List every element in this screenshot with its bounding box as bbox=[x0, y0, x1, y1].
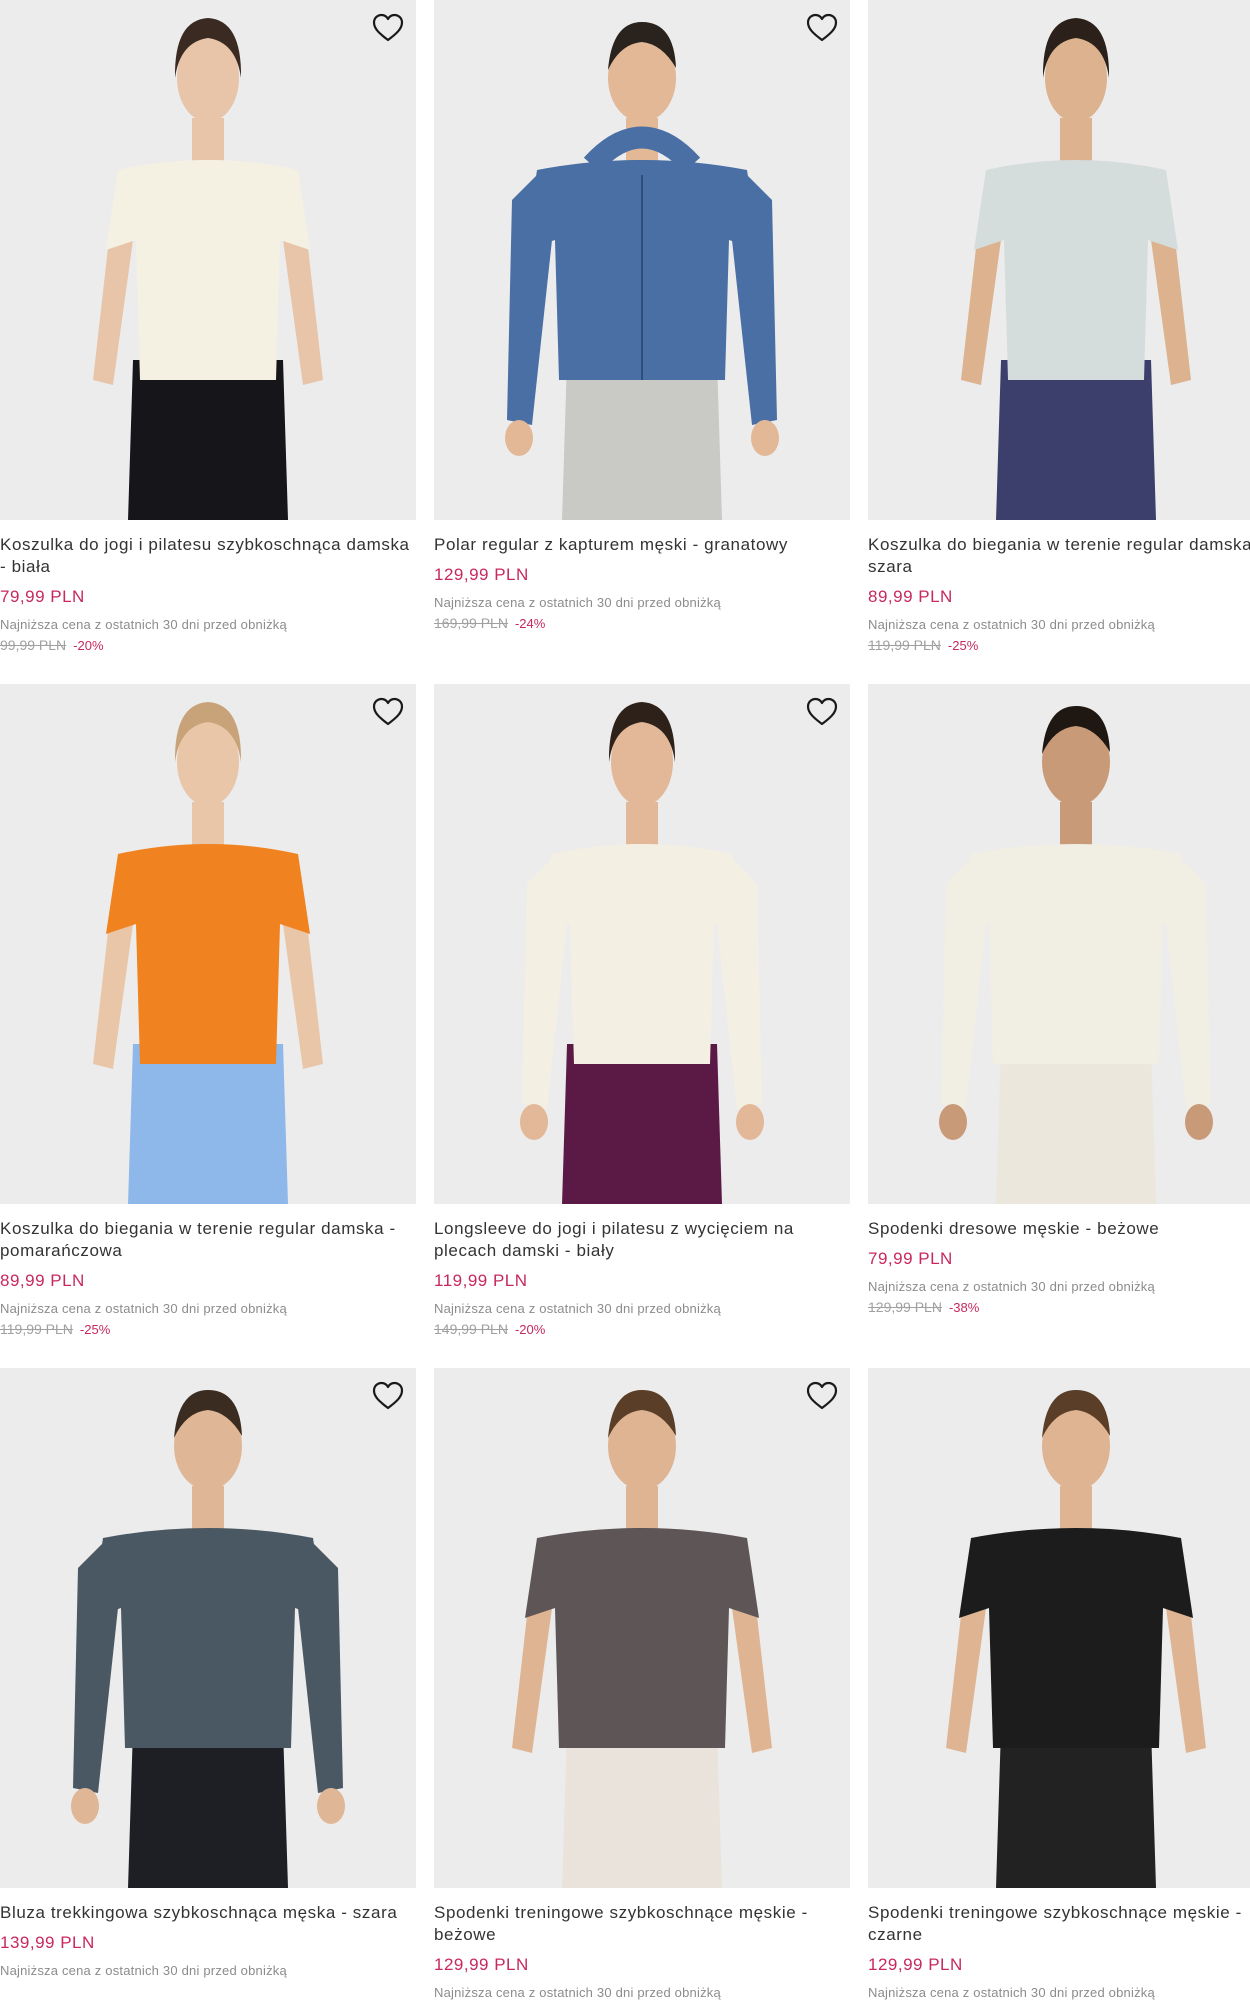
discount-badge: -25% bbox=[79, 1322, 111, 1337]
model-figure bbox=[961, 18, 1191, 520]
model-figure bbox=[93, 18, 323, 520]
product-info: Koszulka do biegania w terenie regular d… bbox=[0, 1218, 416, 1339]
product-info: Spodenki dresowe męskie - beżowe 79,99 P… bbox=[868, 1218, 1250, 1317]
discount-badge: -24% bbox=[514, 616, 546, 631]
product-name[interactable]: Spodenki dresowe męskie - beżowe bbox=[868, 1218, 1250, 1240]
product-name[interactable]: Spodenki treningowe szybkoschnące męskie… bbox=[434, 1902, 850, 1946]
product-price: 79,99 PLN bbox=[0, 587, 85, 606]
old-price-row: 149,99 PLN -20% bbox=[434, 1320, 850, 1339]
old-price-row: 99,99 PLN -20% bbox=[0, 636, 416, 655]
lowest-price-label: Najniższa cena z ostatnich 30 dni przed … bbox=[434, 1985, 721, 2000]
heart-outline-icon bbox=[372, 1381, 404, 1410]
lowest-price-label: Najniższa cena z ostatnich 30 dni przed … bbox=[868, 617, 1155, 632]
model-figure bbox=[946, 1390, 1206, 1888]
product-price: 129,99 PLN bbox=[868, 1955, 963, 1974]
product-price: 89,99 PLN bbox=[0, 1271, 85, 1290]
favorite-heart-icon[interactable] bbox=[804, 10, 840, 46]
product-name[interactable]: Polar regular z kapturem męski - granato… bbox=[434, 534, 850, 556]
discount-badge: -20% bbox=[73, 638, 104, 653]
product-image[interactable] bbox=[434, 1368, 850, 1888]
old-price: 149,99 PLN bbox=[434, 1321, 508, 1337]
old-price-row: 119,99 PLN -25% bbox=[868, 636, 1250, 655]
product-name[interactable]: Longsleeve do jogi i pilatesu z wycięcie… bbox=[434, 1218, 850, 1262]
heart-outline-icon bbox=[372, 697, 404, 726]
product-info: Spodenki treningowe szybkoschnące męskie… bbox=[434, 1902, 850, 2001]
old-price: 129,99 PLN bbox=[868, 1299, 942, 1315]
product-image[interactable] bbox=[868, 1368, 1250, 1888]
old-price: 99,99 PLN bbox=[0, 637, 67, 653]
old-price: 119,99 PLN bbox=[0, 1321, 73, 1337]
old-price-row: 169,99 PLN -24% bbox=[434, 614, 850, 633]
discount-badge: -20% bbox=[514, 1322, 546, 1337]
product-info: Bluza trekkingowa szybkoschnąca męska - … bbox=[0, 1902, 416, 1979]
favorite-heart-icon[interactable] bbox=[370, 694, 406, 730]
model-figure bbox=[939, 706, 1213, 1204]
product-price: 129,99 PLN bbox=[434, 565, 529, 584]
product-info: Spodenki treningowe szybkoschnące męskie… bbox=[868, 1902, 1250, 2001]
product-info: Polar regular z kapturem męski - granato… bbox=[434, 534, 850, 633]
old-price: 169,99 PLN bbox=[434, 615, 508, 631]
product-image[interactable] bbox=[0, 0, 416, 520]
product-price: 89,99 PLN bbox=[868, 587, 953, 606]
product-image[interactable] bbox=[868, 0, 1250, 520]
model-figure bbox=[93, 702, 323, 1204]
favorite-heart-icon[interactable] bbox=[804, 1378, 840, 1414]
product-image[interactable] bbox=[434, 0, 850, 520]
product-image[interactable] bbox=[868, 684, 1250, 1204]
model-figure bbox=[512, 1390, 772, 1888]
product-name[interactable]: Koszulka do biegania w terenie regular d… bbox=[868, 534, 1250, 578]
product-name[interactable]: Koszulka do jogi i pilatesu szybkoschnąc… bbox=[0, 534, 416, 578]
product-price: 79,99 PLN bbox=[868, 1249, 953, 1268]
favorite-heart-icon[interactable] bbox=[370, 10, 406, 46]
product-grid: Koszulka do jogi i pilatesu szybkoschnąc… bbox=[0, 0, 1250, 2014]
favorite-heart-icon[interactable] bbox=[804, 694, 840, 730]
heart-outline-icon bbox=[806, 697, 838, 726]
model-figure bbox=[520, 702, 764, 1204]
heart-outline-icon bbox=[806, 13, 838, 42]
product-image[interactable] bbox=[434, 684, 850, 1204]
lowest-price-label: Najniższa cena z ostatnich 30 dni przed … bbox=[0, 1963, 287, 1978]
lowest-price-label: Najniższa cena z ostatnich 30 dni przed … bbox=[868, 1985, 1155, 2000]
lowest-price-label: Najniższa cena z ostatnich 30 dni przed … bbox=[0, 617, 287, 632]
old-price-row: 119,99 PLN -25% bbox=[0, 1320, 416, 1339]
product-price: 129,99 PLN bbox=[434, 1955, 529, 1974]
model-figure bbox=[505, 22, 779, 520]
lowest-price-label: Najniższa cena z ostatnich 30 dni przed … bbox=[434, 1301, 721, 1316]
discount-badge: -38% bbox=[948, 1300, 980, 1315]
heart-outline-icon bbox=[806, 1381, 838, 1410]
heart-outline-icon bbox=[372, 13, 404, 42]
old-price-row: 129,99 PLN -38% bbox=[868, 1298, 1250, 1317]
product-name[interactable]: Koszulka do biegania w terenie regular d… bbox=[0, 1218, 416, 1262]
lowest-price-label: Najniższa cena z ostatnich 30 dni przed … bbox=[868, 1279, 1155, 1294]
model-figure bbox=[71, 1390, 345, 1888]
product-image[interactable] bbox=[0, 1368, 416, 1888]
product-info: Longsleeve do jogi i pilatesu z wycięcie… bbox=[434, 1218, 850, 1339]
old-price: 119,99 PLN bbox=[868, 637, 941, 653]
product-name[interactable]: Bluza trekkingowa szybkoschnąca męska - … bbox=[0, 1902, 416, 1924]
favorite-heart-icon[interactable] bbox=[370, 1378, 406, 1414]
product-image[interactable] bbox=[0, 684, 416, 1204]
product-name[interactable]: Spodenki treningowe szybkoschnące męskie… bbox=[868, 1902, 1250, 1946]
product-info: Koszulka do jogi i pilatesu szybkoschnąc… bbox=[0, 534, 416, 655]
lowest-price-label: Najniższa cena z ostatnich 30 dni przed … bbox=[0, 1301, 287, 1316]
product-price: 119,99 PLN bbox=[434, 1271, 528, 1290]
lowest-price-label: Najniższa cena z ostatnich 30 dni przed … bbox=[434, 595, 721, 610]
discount-badge: -25% bbox=[947, 638, 979, 653]
product-info: Koszulka do biegania w terenie regular d… bbox=[868, 534, 1250, 655]
product-price: 139,99 PLN bbox=[0, 1933, 95, 1952]
